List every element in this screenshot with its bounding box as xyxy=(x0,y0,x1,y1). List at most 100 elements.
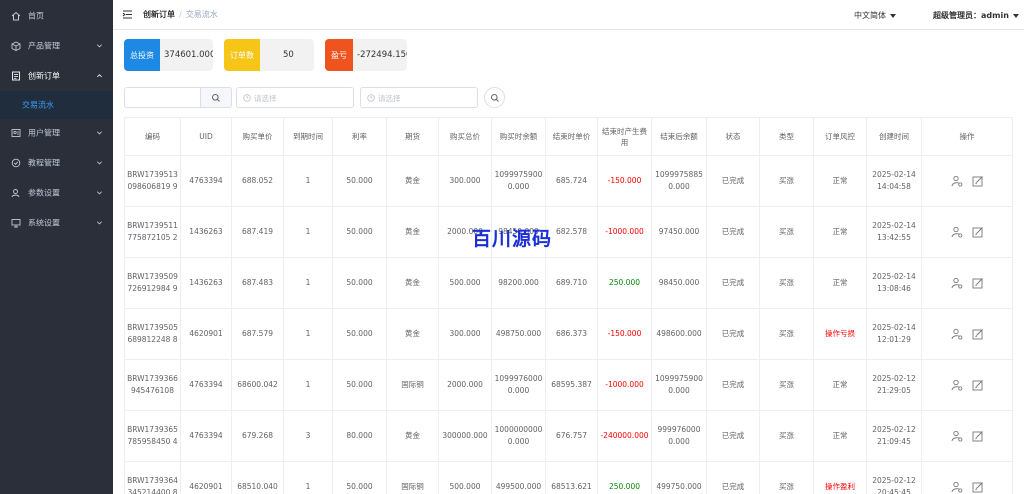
user-menu[interactable]: 超级管理员：admin xyxy=(933,10,1019,21)
table-cell: 97450.000 xyxy=(651,206,707,258)
table-cell: 10999759000.000 xyxy=(491,155,546,207)
table-cell: BRW1739513098606819 9 xyxy=(124,155,181,207)
table-cell: 2025-02-14 13:42:55 xyxy=(866,206,922,258)
table-cell: 676.757 xyxy=(545,410,598,462)
table-cell: 80.000 xyxy=(332,410,387,462)
user-settings-icon[interactable] xyxy=(951,175,963,187)
table-cell: 已完成 xyxy=(706,461,760,494)
table-cell: 10000000000.000 xyxy=(491,410,546,462)
user-settings-icon[interactable] xyxy=(951,277,963,289)
edit-icon[interactable] xyxy=(972,175,984,187)
sidebar-item-users[interactable]: 用户管理 xyxy=(0,118,113,148)
sidebar-item-label: 首页 xyxy=(28,11,44,21)
sidebar-item-innovation-orders[interactable]: 创新订单 xyxy=(0,61,113,91)
table-cell: 黄金 xyxy=(386,155,439,207)
table-cell: 50.000 xyxy=(332,155,387,207)
edit-icon[interactable] xyxy=(972,277,984,289)
edit-icon[interactable] xyxy=(972,430,984,442)
menu-fold-icon[interactable] xyxy=(122,9,133,20)
column-header: 购买时余额 xyxy=(491,117,546,156)
sidebar-subitem-transactions[interactable]: 交易流水 xyxy=(0,91,113,119)
date-placeholder: 请选择 xyxy=(254,94,277,103)
table-cell: 黄金 xyxy=(386,410,439,462)
table-cell: 4620901 xyxy=(180,461,232,494)
user-settings-icon[interactable] xyxy=(951,379,963,391)
user-settings-icon[interactable] xyxy=(951,328,963,340)
search-icon xyxy=(490,93,499,102)
table-cell: 国际铜 xyxy=(386,359,439,411)
edit-icon[interactable] xyxy=(972,226,984,238)
table-cell: 50.000 xyxy=(332,206,387,258)
table-cell: 买涨 xyxy=(759,155,814,207)
user-icon xyxy=(11,129,21,137)
search-icon xyxy=(212,93,220,102)
table-row: BRW1739511775872105 2 1436263 687.419 1 50.0… xyxy=(124,206,1013,258)
table-cell: 498600.000 xyxy=(651,308,707,360)
table-body: BRW1739513098606819 9 4763394 688.052 1 50.0… xyxy=(124,155,1013,494)
chevron-down-icon xyxy=(97,221,102,225)
edit-icon[interactable] xyxy=(972,379,984,391)
table-cell: 黄金 xyxy=(386,308,439,360)
stat-card-order-count: 订单数 50 xyxy=(224,39,314,71)
date-placeholder: 请选择 xyxy=(378,94,401,103)
table-cell: 黄金 xyxy=(386,206,439,258)
user-settings-icon[interactable] xyxy=(951,481,963,493)
table-cell: 68510.040 xyxy=(231,461,284,494)
sidebar-item-tutorials[interactable]: 教程管理 xyxy=(0,148,113,178)
column-header: 创建时间 xyxy=(866,117,922,156)
edit-icon[interactable] xyxy=(972,481,984,493)
table-cell: 正常 xyxy=(813,206,867,258)
app-root: 首页 产品管理 创新订单 交易流水 用户管理 教程管理 参数设置 系统设置 创新… xyxy=(0,0,1024,494)
table-cell: 已完成 xyxy=(706,206,760,258)
date-search-button[interactable] xyxy=(484,87,505,108)
table-cell: 50.000 xyxy=(332,257,387,309)
stat-label: 订单数 xyxy=(224,39,260,71)
user-settings-icon[interactable] xyxy=(951,430,963,442)
search-button[interactable] xyxy=(200,87,232,108)
sidebar-item-parameters[interactable]: 参数设置 xyxy=(0,178,113,208)
table-cell: 300000.000 xyxy=(438,410,492,462)
table-row: BRW1739365785958450 4 4763394 679.268 3 80.0… xyxy=(124,410,1013,462)
breadcrumb-parent[interactable]: 创新订单 xyxy=(143,10,175,19)
chevron-down-icon xyxy=(97,44,102,48)
sidebar: 首页 产品管理 创新订单 交易流水 用户管理 教程管理 参数设置 系统设置 xyxy=(0,0,113,494)
user-label: 超级管理员：admin xyxy=(933,11,1009,20)
table-row: BRW1739364345214400 8 4620901 68510.040 1 50… xyxy=(124,461,1013,494)
book-icon xyxy=(11,158,21,168)
table-cell: 687.483 xyxy=(231,257,284,309)
table-cell: 9999760000.000 xyxy=(651,410,707,462)
end-date-picker[interactable]: 请选择 xyxy=(360,87,478,108)
table-cell: 250.000 xyxy=(597,257,652,309)
table-cell: 2025-02-14 13:08:46 xyxy=(866,257,922,309)
stat-label: 盈亏 xyxy=(325,39,353,71)
column-header: 状态 xyxy=(706,117,760,156)
table-cell: 250.000 xyxy=(597,461,652,494)
stat-value: 50 xyxy=(283,50,294,60)
start-date-picker[interactable]: 请选择 xyxy=(236,87,354,108)
table-row: BRW1739513098606819 9 4763394 688.052 1 50.0… xyxy=(124,155,1013,207)
sidebar-item-label: 用户管理 xyxy=(28,128,60,138)
sidebar-subitem-label: 交易流水 xyxy=(22,100,54,110)
table-cell: 4620901 xyxy=(180,308,232,360)
language-select[interactable]: 中文简体 xyxy=(854,10,896,21)
stat-card-profit-loss: 盈亏 -272494.150 xyxy=(325,39,407,71)
table-cell: 4763394 xyxy=(180,359,232,411)
search-input[interactable] xyxy=(124,87,201,108)
table-row: BRW1739509726912984 9 1436263 687.483 1 50.0… xyxy=(124,257,1013,309)
table-cell: -150.000 xyxy=(597,308,652,360)
table-cell: 1 xyxy=(283,206,333,258)
table-cell: 已完成 xyxy=(706,308,760,360)
table-cell: 679.268 xyxy=(231,410,284,462)
table-cell: -150.000 xyxy=(597,155,652,207)
table-cell: 50.000 xyxy=(332,359,387,411)
edit-icon[interactable] xyxy=(972,328,984,340)
order-icon xyxy=(12,71,20,81)
user-settings-icon[interactable] xyxy=(951,226,963,238)
column-header: 订单风控 xyxy=(813,117,867,156)
column-header: 编码 xyxy=(124,117,181,156)
table-cell: 买涨 xyxy=(759,308,814,360)
sidebar-item-products[interactable]: 产品管理 xyxy=(0,31,113,61)
column-header: 期货 xyxy=(386,117,439,156)
sidebar-item-home[interactable]: 首页 xyxy=(0,1,113,31)
sidebar-item-system[interactable]: 系统设置 xyxy=(0,208,113,238)
